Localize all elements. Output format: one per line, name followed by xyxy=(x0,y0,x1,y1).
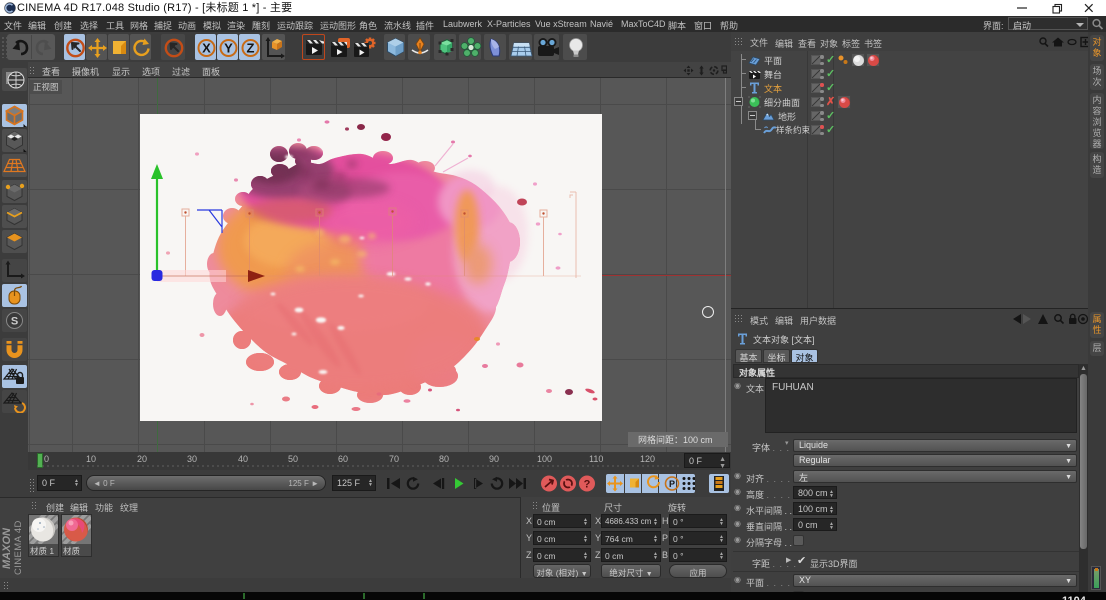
svg-text:Y: Y xyxy=(224,41,233,56)
svg-text:?: ? xyxy=(584,479,591,491)
svg-text:S: S xyxy=(11,316,18,328)
svg-text:P: P xyxy=(669,479,675,489)
svg-text:Z: Z xyxy=(247,41,255,56)
svg-text:X: X xyxy=(202,41,211,56)
